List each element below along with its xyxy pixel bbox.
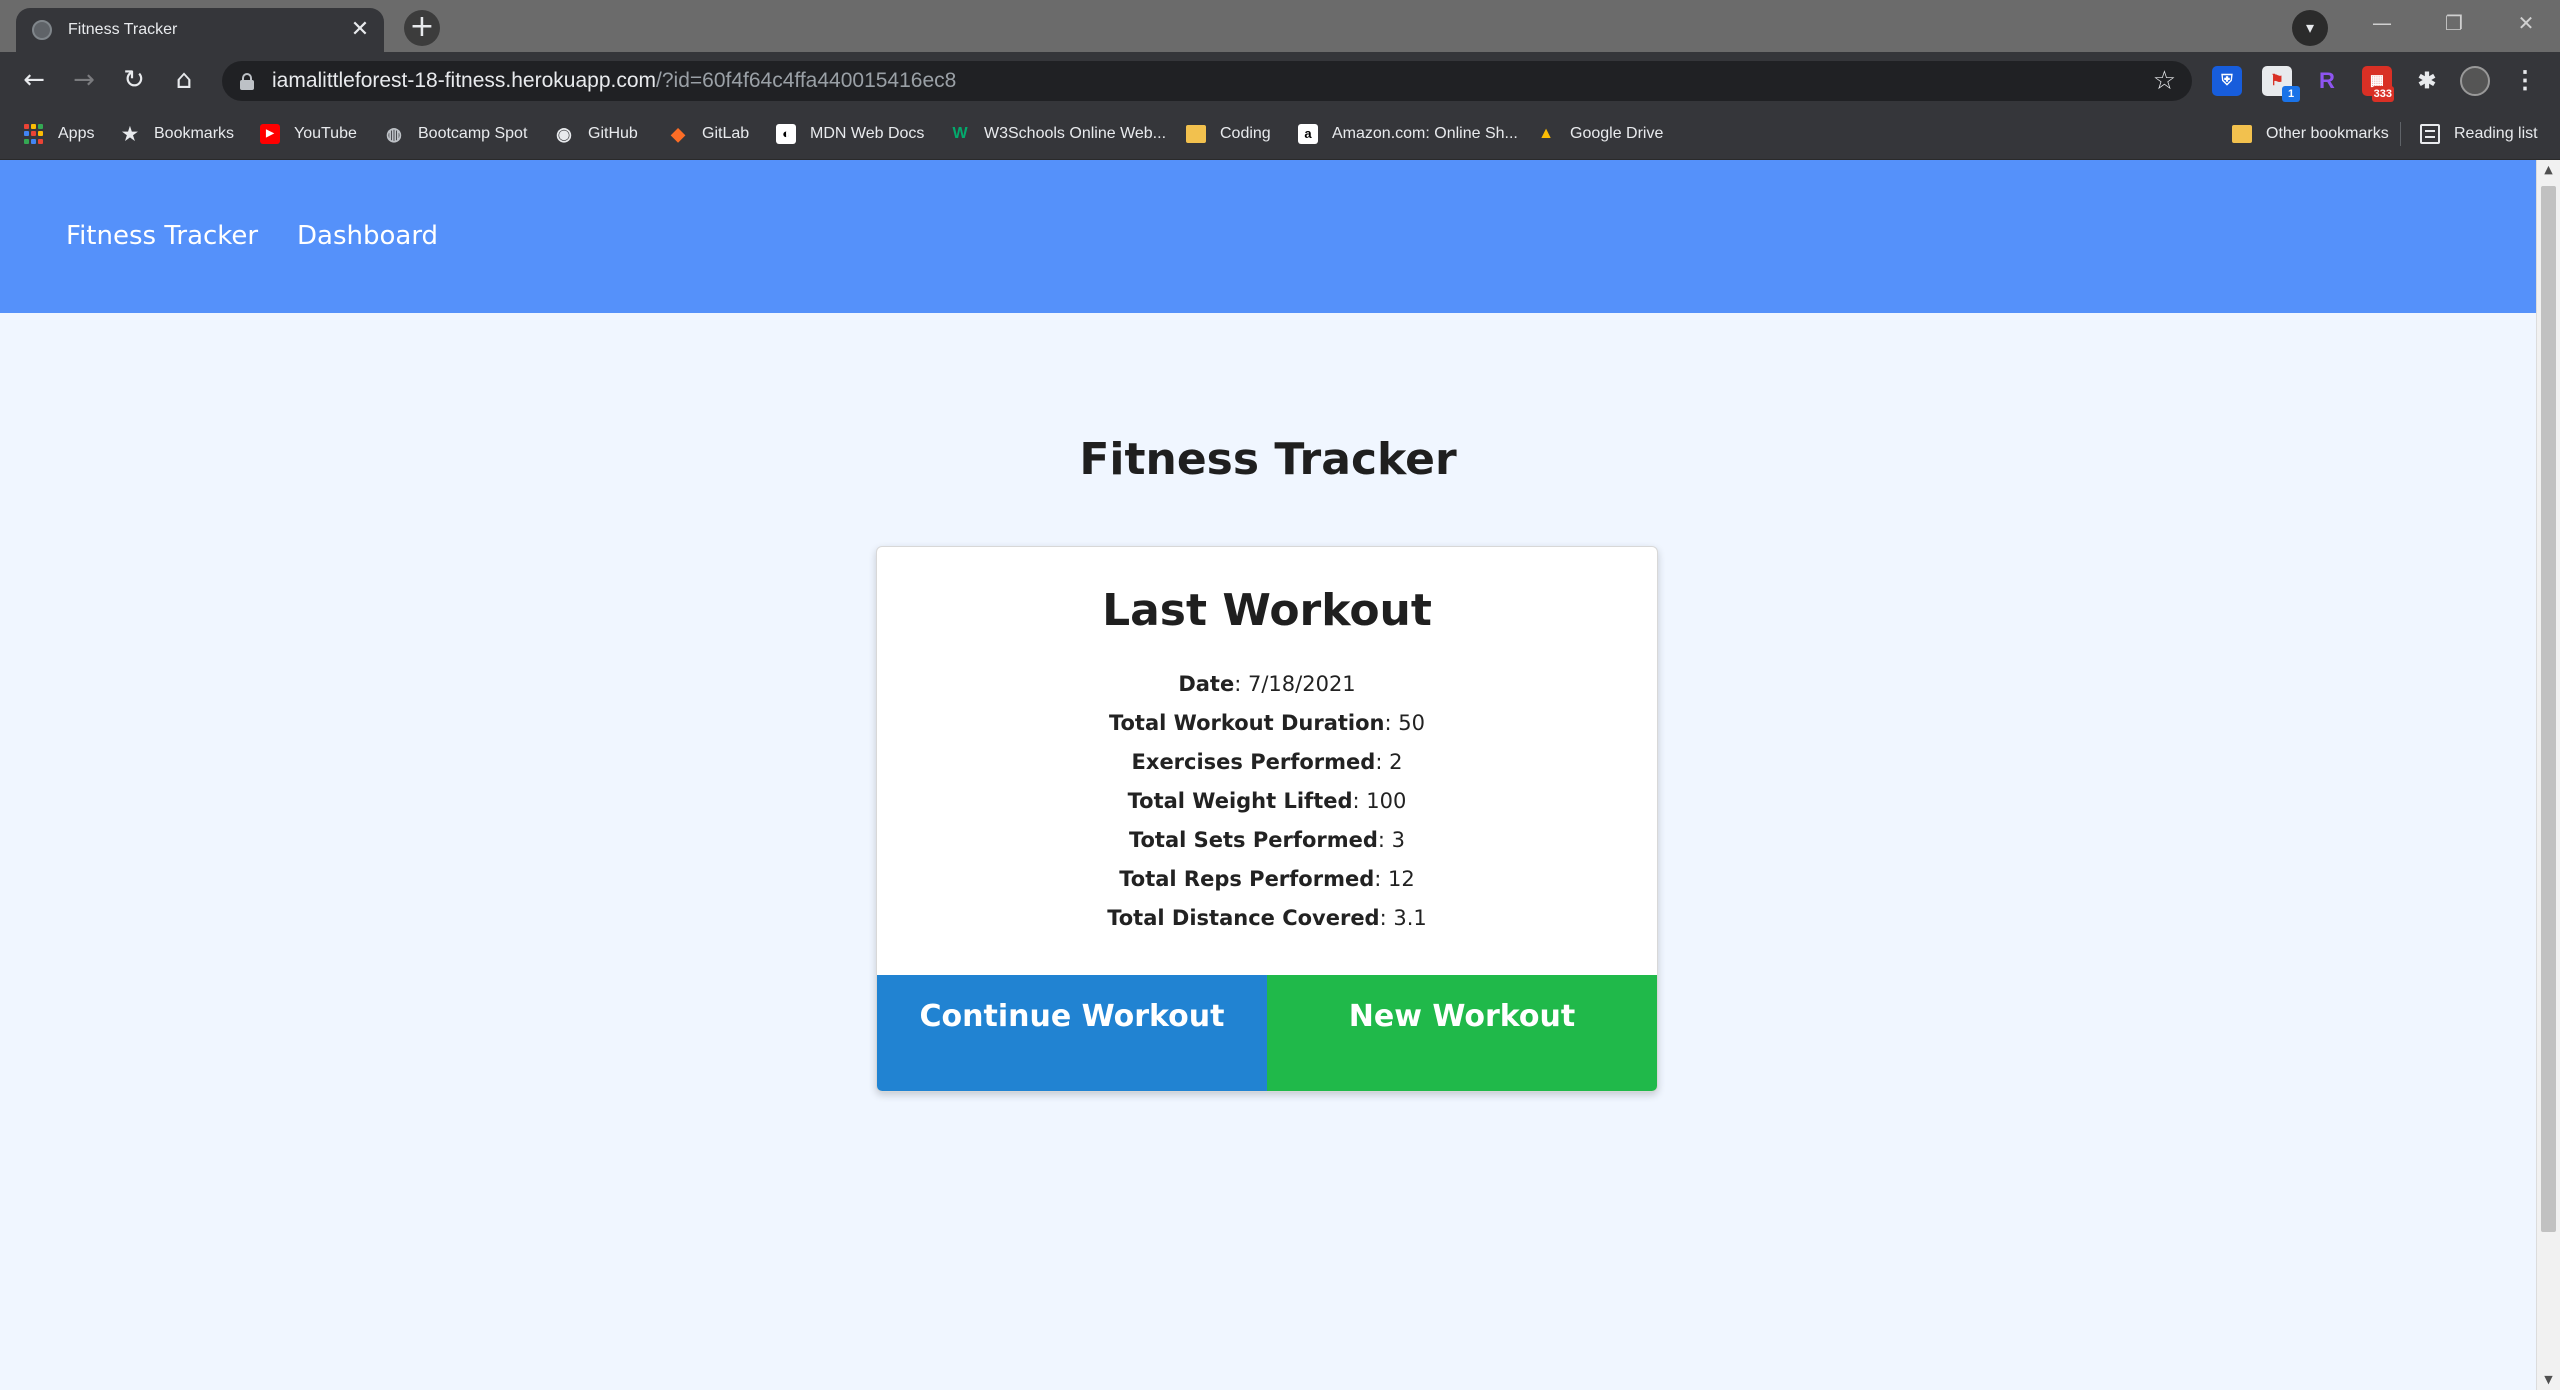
scroll-up-icon[interactable]: ▲ xyxy=(2537,160,2560,180)
tab-title: Fitness Tracker xyxy=(68,21,178,38)
extensions-puzzle-icon[interactable]: ✱ xyxy=(2412,66,2442,96)
tab-strip: Fitness Tracker ✕ + ▾ — ❐ ✕ xyxy=(0,0,2560,52)
scroll-down-icon[interactable]: ▼ xyxy=(2537,1370,2560,1390)
stat-total-sets: Total Sets Performed: 3 xyxy=(1128,828,1406,852)
lock-icon[interactable] xyxy=(240,73,254,90)
stat-total-weight: Total Weight Lifted: 100 xyxy=(1127,789,1407,813)
nav-dashboard-link[interactable]: Dashboard xyxy=(297,220,438,252)
continue-workout-button[interactable]: Continue Workout xyxy=(877,975,1267,1091)
globe-icon xyxy=(32,20,52,40)
folder-icon xyxy=(2232,125,2252,143)
tab-fitness-tracker[interactable]: Fitness Tracker ✕ xyxy=(16,8,384,52)
extension-r-icon[interactable]: R xyxy=(2312,66,2342,96)
bookmark-star-icon[interactable]: ☆ xyxy=(2153,65,2176,97)
github-icon: ◉ xyxy=(556,124,572,144)
page-title: Fitness Tracker xyxy=(1079,434,1457,485)
bookmark-mdn[interactable]: ◐ MDN Web Docs xyxy=(776,121,924,147)
stat-total-reps: Total Reps Performed: 12 xyxy=(1119,867,1415,891)
bookmark-gitlab[interactable]: ◆ GitLab xyxy=(668,121,749,147)
scrollbar-thumb[interactable] xyxy=(2541,186,2556,1232)
close-tab-icon[interactable]: ✕ xyxy=(346,16,374,44)
address-bar[interactable]: iamalittleforest-18-fitness.herokuapp.co… xyxy=(222,61,2192,101)
card-title: Last Workout xyxy=(1102,585,1432,636)
stat-date: Date: 7/18/2021 xyxy=(1178,672,1356,696)
stat-exercises-performed: Exercises Performed: 2 xyxy=(1131,750,1403,774)
minimize-button[interactable]: — xyxy=(2348,0,2416,46)
workout-stats: Date: 7/18/2021 Total Workout Duration: … xyxy=(877,665,1657,938)
home-icon[interactable]: ⌂ xyxy=(166,62,202,98)
bookmark-bookmarks[interactable]: ★ Bookmarks xyxy=(120,121,234,147)
reading-list-icon xyxy=(2420,124,2440,144)
bookmark-bootcamp-spot[interactable]: ◍ Bootcamp Spot xyxy=(384,121,527,147)
mdn-icon: ◐ xyxy=(776,124,796,144)
new-workout-button[interactable]: New Workout xyxy=(1267,975,1657,1091)
bookmark-w3schools[interactable]: W W3Schools Online Web... xyxy=(950,121,1166,147)
page-scrollbar[interactable]: ▲ ▼ xyxy=(2536,160,2560,1390)
browser-menu-icon[interactable]: ⋮ xyxy=(2510,66,2540,96)
browser-toolbar: ← → ↻ ⌂ iamalittleforest-18-fitness.hero… xyxy=(0,52,2560,108)
new-tab-button[interactable]: + xyxy=(404,10,440,46)
gitlab-icon: ◆ xyxy=(671,124,685,144)
apps-grid-icon xyxy=(24,124,44,144)
bitwarden-icon[interactable]: ⛨ xyxy=(2212,66,2242,96)
tab-search-icon[interactable]: ▾ xyxy=(2292,10,2328,46)
stat-total-distance: Total Distance Covered: 3.1 xyxy=(1107,906,1427,930)
restore-button[interactable]: ❐ xyxy=(2420,0,2488,46)
bookmark-apps[interactable]: Apps xyxy=(24,121,94,147)
youtube-icon: ▶ xyxy=(260,124,280,144)
folder-icon xyxy=(1186,125,1206,143)
stat-total-duration: Total Workout Duration: 50 xyxy=(1108,711,1426,735)
bookmarks-divider xyxy=(2400,122,2401,146)
google-drive-icon: ▲ xyxy=(1538,125,1554,142)
globe-icon: ◍ xyxy=(386,124,402,144)
extension-flag-icon[interactable]: ⚑ 1 xyxy=(2262,66,2300,102)
star-icon: ★ xyxy=(121,124,139,144)
last-workout-card: Last Workout Date: 7/18/2021 Total Worko… xyxy=(876,546,1658,1092)
bookmark-folder-coding[interactable]: Coding xyxy=(1186,121,1271,147)
bookmark-amazon[interactable]: a Amazon.com: Online Sh... xyxy=(1298,121,1518,147)
card-actions: Continue Workout New Workout xyxy=(877,975,1657,1091)
back-icon[interactable]: ← xyxy=(16,62,52,98)
bookmark-youtube[interactable]: ▶ YouTube xyxy=(260,121,357,147)
url-text[interactable]: iamalittleforest-18-fitness.herokuapp.co… xyxy=(272,68,956,94)
reload-icon[interactable]: ↻ xyxy=(116,62,152,98)
extension-calendar-icon[interactable]: ▦ 333 xyxy=(2362,66,2394,102)
bookmark-folder-other[interactable]: Other bookmarks xyxy=(2232,121,2389,147)
bookmark-github[interactable]: ◉ GitHub xyxy=(554,121,638,147)
amazon-icon: a xyxy=(1298,124,1318,144)
close-window-button[interactable]: ✕ xyxy=(2492,0,2560,46)
page-viewport: Fitness Tracker Dashboard Fitness Tracke… xyxy=(0,160,2536,1390)
w3schools-icon: W xyxy=(952,125,968,142)
avatar[interactable] xyxy=(2460,66,2490,96)
bookmark-google-drive[interactable]: ▲ Google Drive xyxy=(1536,121,1663,147)
browser-window: Fitness Tracker ✕ + ▾ — ❐ ✕ ← → ↻ ⌂ iama… xyxy=(0,0,2560,1390)
site-navbar: Fitness Tracker Dashboard xyxy=(0,160,2536,313)
bookmarks-bar: Apps ★ Bookmarks ▶ YouTube ◍ Bootcamp Sp… xyxy=(0,108,2560,160)
nav-brand-link[interactable]: Fitness Tracker xyxy=(66,220,258,252)
forward-icon[interactable]: → xyxy=(66,62,102,98)
reading-list-button[interactable]: Reading list xyxy=(2420,121,2538,147)
